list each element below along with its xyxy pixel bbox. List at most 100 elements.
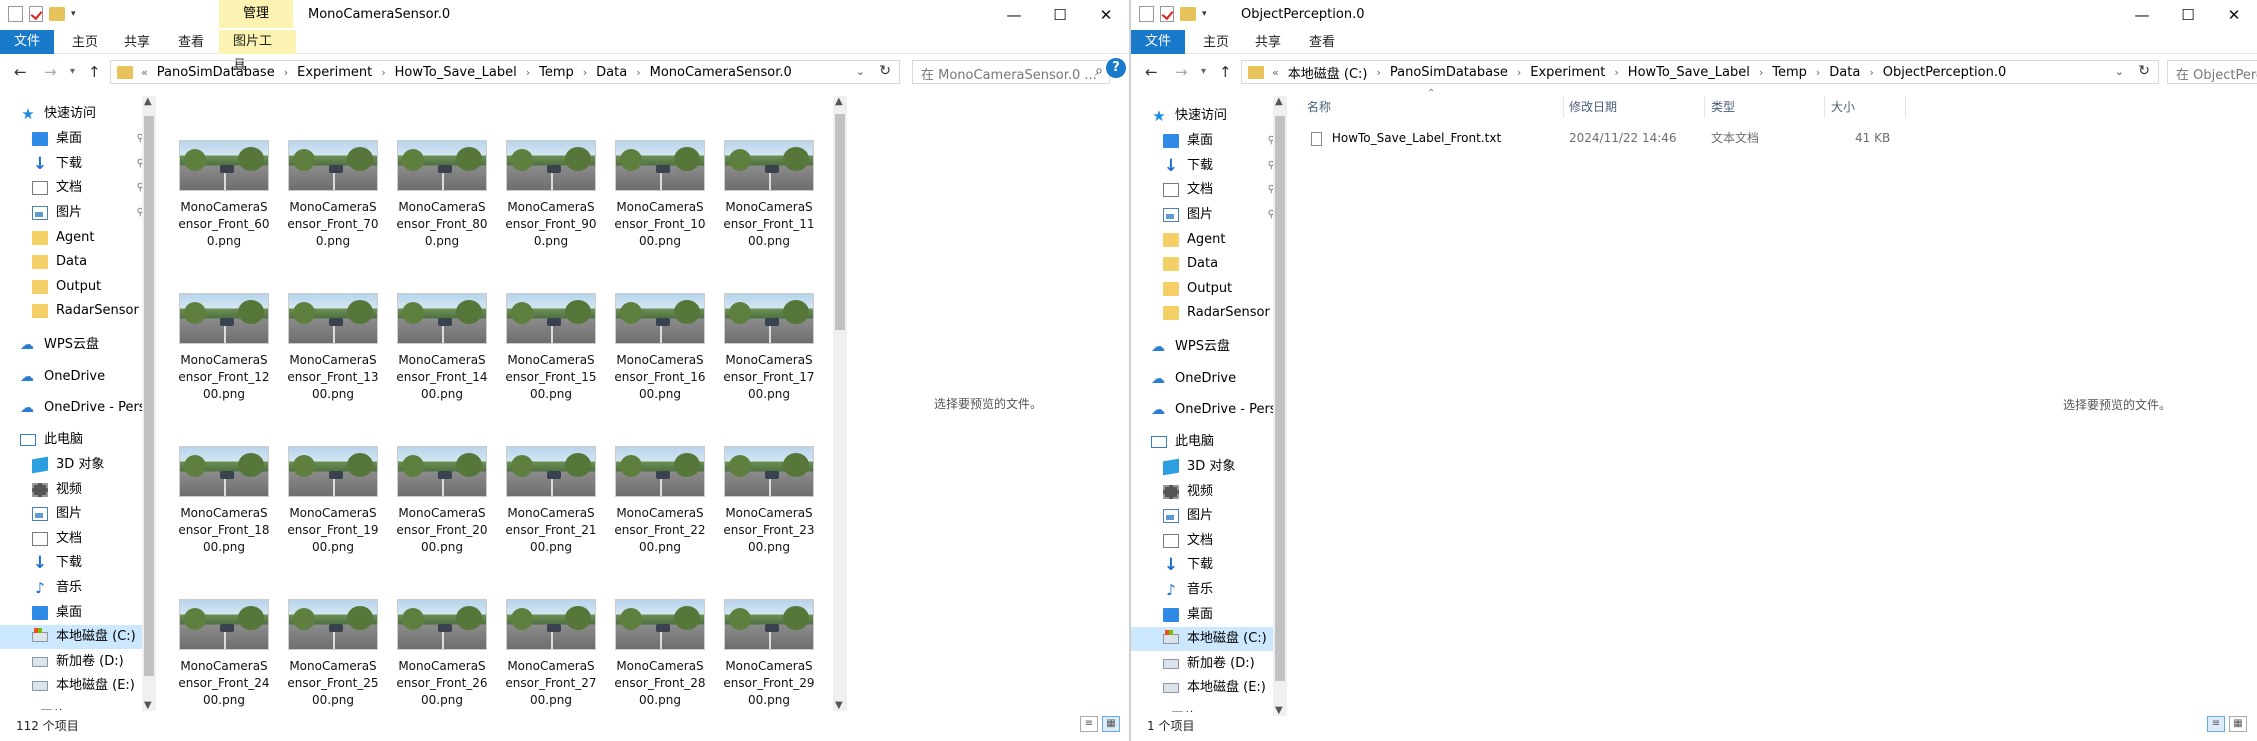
content-scrollbar[interactable]: ▲ ▼ <box>833 96 847 711</box>
minimize-button[interactable]: — <box>2119 0 2165 30</box>
tab-file[interactable]: 文件 <box>0 30 55 54</box>
column-divider[interactable] <box>1704 96 1705 118</box>
column-header-size[interactable]: 大小 <box>1831 96 1855 118</box>
sidebar-item[interactable]: ☁ OneDrive - Perso <box>0 396 154 420</box>
back-arrow-icon[interactable]: ← <box>1145 63 1158 81</box>
sidebar-item[interactable]: 本地磁盘 (E:) <box>1131 676 1285 700</box>
sidebar-item[interactable]: 图片 <box>1131 504 1285 528</box>
new-folder-icon[interactable] <box>1180 7 1196 21</box>
file-tile[interactable]: MonoCameraSensor_Front_2400.png <box>170 599 278 709</box>
sidebar-item[interactable]: 本地磁盘 (E:) <box>0 674 154 698</box>
forward-arrow-icon[interactable]: → <box>1175 63 1188 81</box>
file-tile[interactable]: MonoCameraSensor_Front_2000.png <box>388 446 496 556</box>
sidebar-item[interactable]: 本地磁盘 (C:) <box>0 625 154 650</box>
address-dropdown-icon[interactable]: ⌄ <box>856 65 865 78</box>
column-header-modified[interactable]: 修改日期 <box>1569 96 1617 118</box>
column-divider[interactable] <box>1563 96 1564 118</box>
breadcrumb-item[interactable]: MonoCameraSensor.0 <box>650 65 792 80</box>
sidebar-item[interactable]: 此电脑 <box>1131 430 1285 454</box>
close-button[interactable]: ✕ <box>1083 0 1129 30</box>
sidebar-item[interactable]: 视频 <box>1131 480 1285 504</box>
breadcrumb-separator-icon[interactable]: › <box>583 66 587 79</box>
file-tile[interactable]: MonoCameraSensor_Front_1100.png <box>715 140 823 250</box>
sidebar-item[interactable]: Data <box>1131 252 1285 276</box>
maximize-button[interactable]: ☐ <box>1037 0 1083 30</box>
sidebar-item[interactable]: ☁ WPS云盘 <box>0 333 154 357</box>
sidebar-item[interactable]: 视频 <box>0 478 154 502</box>
sidebar-item[interactable]: Output <box>0 275 154 299</box>
breadcrumb-item[interactable]: Temp <box>539 65 574 80</box>
breadcrumb-item[interactable]: Data <box>1829 65 1860 80</box>
minimize-button[interactable]: — <box>991 0 1037 30</box>
overflow-chevron[interactable]: « <box>1272 66 1279 79</box>
file-tile[interactable]: MonoCameraSensor_Front_2900.png <box>715 599 823 709</box>
sidebar-item[interactable]: Agent <box>1131 228 1285 252</box>
sidebar-item[interactable]: ↓ 下载 <box>1131 553 1285 577</box>
sidebar-item[interactable]: ☁ OneDrive - Perso <box>1131 398 1285 422</box>
search-icon[interactable]: ⌕ <box>1095 63 1103 79</box>
breadcrumb-item[interactable]: ObjectPerception.0 <box>1883 65 2006 80</box>
column-divider[interactable] <box>1905 96 1906 118</box>
sidebar-item[interactable]: 图片 ⚲ <box>1131 203 1285 227</box>
file-tile[interactable]: MonoCameraSensor_Front_2100.png <box>497 446 605 556</box>
sidebar-item[interactable]: 文档 ⚲ <box>0 176 154 200</box>
breadcrumb-separator-icon[interactable]: › <box>284 66 288 79</box>
sidebar-item[interactable]: 3D 对象 <box>0 453 154 477</box>
sidebar-item[interactable]: 桌面 ⚲ <box>0 127 154 151</box>
breadcrumb-item[interactable]: Temp <box>1772 65 1807 80</box>
file-tile[interactable]: MonoCameraSensor_Front_1900.png <box>279 446 387 556</box>
tab-file[interactable]: 文件 <box>1131 30 1186 54</box>
sidebar-item[interactable]: 此电脑 <box>0 428 154 452</box>
sidebar-item[interactable]: Agent <box>0 226 154 250</box>
scroll-down-icon[interactable]: ▼ <box>1275 705 1283 716</box>
breadcrumb-item[interactable]: 本地磁盘 (C:) <box>1288 63 1368 82</box>
refresh-icon[interactable]: ↻ <box>2138 63 2150 79</box>
scroll-down-icon[interactable]: ▼ <box>835 700 843 711</box>
new-folder-icon[interactable] <box>49 7 65 21</box>
sidebar-item[interactable]: 文档 <box>0 527 154 551</box>
help-icon[interactable]: ? <box>1106 58 1126 78</box>
refresh-icon[interactable]: ↻ <box>879 63 891 79</box>
sidebar-item[interactable]: 图片 ⚲ <box>0 201 154 225</box>
tab-picture-tools[interactable]: 图片工具 <box>219 30 296 73</box>
sidebar-item[interactable]: 桌面 <box>1131 603 1285 627</box>
breadcrumb-item[interactable]: Experiment <box>1530 65 1605 80</box>
sidebar-item[interactable]: ☁ WPS云盘 <box>1131 335 1285 359</box>
customize-qat-arrow-icon[interactable]: ▾ <box>71 9 76 19</box>
breadcrumb-separator-icon[interactable]: › <box>1517 66 1521 79</box>
breadcrumb-separator-icon[interactable]: › <box>1614 66 1618 79</box>
close-button[interactable]: ✕ <box>2211 0 2257 30</box>
scroll-down-icon[interactable]: ▼ <box>144 700 152 711</box>
properties-icon[interactable] <box>1139 6 1154 22</box>
content-scroll-thumb[interactable] <box>835 114 845 330</box>
nav-scroll-thumb[interactable] <box>144 116 154 676</box>
breadcrumb-item[interactable]: PanoSimDatabase <box>157 65 275 80</box>
column-divider[interactable] <box>1824 96 1825 118</box>
file-tile[interactable]: MonoCameraSensor_Front_2200.png <box>606 446 714 556</box>
nav-scroll-thumb[interactable] <box>1275 116 1285 681</box>
sidebar-item[interactable]: RadarSensor <box>1131 301 1285 325</box>
up-arrow-icon[interactable]: ↑ <box>88 63 101 81</box>
file-tile[interactable]: MonoCameraSensor_Front_1600.png <box>606 293 714 403</box>
sidebar-item[interactable]: 3D 对象 <box>1131 455 1285 479</box>
tab-manage[interactable]: 管理 <box>219 0 294 28</box>
forward-arrow-icon[interactable]: → <box>44 63 57 81</box>
address-dropdown-icon[interactable]: ⌄ <box>2115 65 2124 78</box>
up-arrow-icon[interactable]: ↑ <box>1219 63 1232 81</box>
sidebar-item[interactable]: 新加卷 (D:) <box>0 650 154 674</box>
file-tile[interactable]: MonoCameraSensor_Front_700.png <box>279 140 387 250</box>
breadcrumb-item[interactable]: Experiment <box>297 65 372 80</box>
sidebar-item[interactable]: ↓ 下载 ⚲ <box>0 152 154 176</box>
breadcrumb-separator-icon[interactable]: › <box>526 66 530 79</box>
breadcrumb-separator-icon[interactable]: › <box>636 66 640 79</box>
breadcrumb-item[interactable]: Data <box>596 65 627 80</box>
file-tile[interactable]: MonoCameraSensor_Front_2700.png <box>497 599 605 709</box>
breadcrumb-separator-icon[interactable]: › <box>1816 66 1820 79</box>
file-tile[interactable]: MonoCameraSensor_Front_2500.png <box>279 599 387 709</box>
checkmark-icon[interactable] <box>29 6 43 22</box>
large-icons-view-icon[interactable]: ▦ <box>2229 716 2247 732</box>
sidebar-item[interactable]: 文档 ⚲ <box>1131 178 1285 202</box>
sidebar-item[interactable]: RadarSensor <box>0 299 154 323</box>
file-tile[interactable]: MonoCameraSensor_Front_900.png <box>497 140 605 250</box>
sidebar-item[interactable]: ↓ 下载 <box>0 551 154 575</box>
